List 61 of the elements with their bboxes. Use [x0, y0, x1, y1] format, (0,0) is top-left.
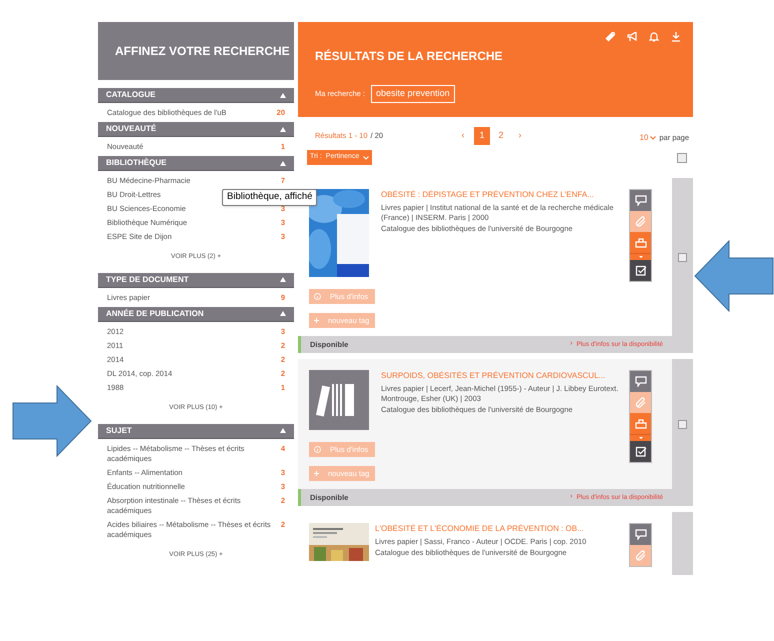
results-title: RÉSULTATS DE LA RECHERCHE [315, 48, 504, 65]
caret-icon [280, 126, 286, 132]
section-header[interactable]: TYPE DE DOCUMENT [98, 272, 294, 288]
chevron-icon [650, 136, 656, 140]
section-header[interactable]: SUJET [98, 424, 294, 438]
page-button[interactable]: 2 [493, 127, 509, 145]
comment-button[interactable] [630, 371, 651, 392]
result-title[interactable]: OBÉSITÉ : DÉPISTAGE ET PRÉVENTION CHEZ L'ENFA... [381, 189, 623, 200]
bell-icon[interactable] [649, 32, 659, 42]
info-icon [314, 293, 321, 300]
paperclip-icon [634, 550, 646, 561]
arrow-icon [12, 385, 92, 457]
basket-button[interactable] [630, 413, 651, 434]
caret-icon [638, 256, 642, 258]
caret-icon [638, 437, 642, 439]
plus-icon [314, 318, 319, 323]
tooltip: Bibliothèque, affiché [222, 189, 318, 206]
plus-icon [314, 471, 319, 476]
speech-bubble-icon [634, 195, 646, 206]
section-header[interactable]: CATALOGUE [98, 88, 294, 103]
card-side-strip [672, 512, 693, 575]
comment-button[interactable] [630, 190, 651, 211]
result-checkbox[interactable] [678, 252, 687, 262]
caret-icon [280, 160, 286, 166]
basket-icon [634, 418, 646, 429]
select-button[interactable] [630, 441, 651, 462]
section-header[interactable]: ANNÉE DE PUBLICATION [98, 306, 294, 322]
chevron-icon [363, 156, 370, 160]
result-title[interactable]: SURPOIDS, OBÉSITÉS ET PRÉVENTION CARDIOVASCUL... [381, 370, 623, 381]
sidebar-header: AFFINEZ VOTRE RECHERCHE [98, 22, 294, 80]
per-page-select[interactable]: 10 [639, 132, 656, 144]
section-header[interactable]: BIBLIOTHÈQUE [98, 156, 294, 171]
checkmark-icon [634, 265, 646, 276]
dropdown-toggle[interactable] [630, 253, 651, 260]
caret-icon [280, 311, 286, 316]
caret-icon [280, 92, 286, 98]
speech-bubble-icon [634, 529, 646, 540]
speech-bubble-icon [634, 376, 646, 387]
result-title[interactable]: L'OBÉSITÉ ET L'ÉCONOMIE DE LA PRÉVENTION : OB... [375, 523, 623, 534]
arrow-icon [694, 240, 774, 312]
caret-icon [280, 428, 286, 433]
previous-page-button[interactable]: ‹ [455, 129, 471, 143]
caret-icon [280, 277, 286, 282]
paperclip-icon [634, 397, 646, 408]
info-icon [314, 446, 321, 453]
next-page-button[interactable]: › [512, 129, 528, 143]
page-button[interactable]: 1 [474, 127, 490, 145]
dropdown-toggle[interactable] [630, 434, 651, 441]
select-all-checkbox[interactable] [677, 152, 687, 162]
search-query[interactable]: obesite prevention [371, 85, 455, 102]
download-icon[interactable] [671, 32, 681, 42]
paperclip-icon [634, 216, 646, 227]
section-header[interactable]: NOUVEAUTÉ [98, 122, 294, 137]
books-icon [309, 370, 369, 430]
result-checkbox[interactable] [678, 420, 687, 428]
checkmark-icon [634, 446, 646, 457]
megaphone-icon[interactable] [627, 32, 637, 42]
select-button[interactable] [630, 260, 651, 281]
comment-button[interactable] [630, 524, 651, 545]
basket-button[interactable] [630, 232, 651, 253]
basket-icon [634, 237, 646, 248]
